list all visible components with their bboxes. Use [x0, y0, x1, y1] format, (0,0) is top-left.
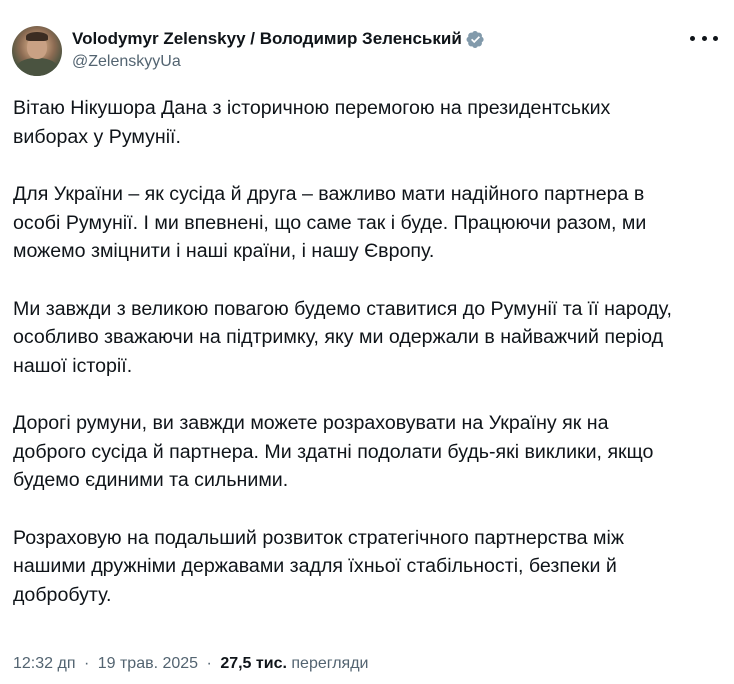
author-names: Volodymyr Zelenskyy / Володимир Зеленськ…: [72, 28, 485, 71]
handle[interactable]: @ZelenskyyUa: [72, 53, 485, 71]
more-dot: [713, 35, 718, 41]
tweet-paragraph: Розраховую на подальший розвиток стратег…: [13, 526, 624, 606]
tweet-header: Volodymyr Zelenskyy / Володимир Зеленськ…: [12, 24, 722, 80]
avatar-shirt: [16, 58, 58, 76]
more-horizontal-icon[interactable]: [690, 28, 718, 48]
more-dot: [690, 35, 695, 41]
meta-separator: ·: [83, 655, 90, 672]
tweet-meta: 12:32 дп · 19 трав. 2025 · 27,5 тис. пер…: [13, 655, 369, 673]
display-name-row: Volodymyr Zelenskyy / Володимир Зеленськ…: [72, 28, 485, 50]
meta-separator: ·: [206, 655, 212, 672]
tweet: Volodymyr Zelenskyy / Володимир Зеленськ…: [0, 0, 734, 684]
views-label: перегляди: [291, 655, 369, 672]
more-dot: [701, 35, 707, 41]
display-name[interactable]: Volodymyr Zelenskyy / Володимир Зеленськ…: [72, 29, 462, 49]
tweet-paragraph: Для України – як сусіда й друга – важлив…: [13, 183, 647, 262]
views-count[interactable]: 27,5 тис.: [220, 655, 287, 672]
tweet-paragraph: Вітаю Нікушора Дана з історичною перемог…: [13, 97, 611, 148]
tweet-paragraph: Дорогі румуни, ви завжди можете розрахов…: [13, 412, 654, 491]
avatar-hair: [26, 32, 48, 41]
post-time[interactable]: 12:32 дп: [13, 655, 75, 672]
post-date[interactable]: 19 трав. 2025: [98, 655, 198, 672]
tweet-paragraph: Ми завжди з великою повагою будемо стави…: [13, 297, 672, 377]
verified-badge-icon[interactable]: [466, 30, 485, 49]
tweet-text: Вітаю Нікушора Дана з історичною перемог…: [13, 94, 713, 638]
avatar[interactable]: [12, 26, 62, 76]
